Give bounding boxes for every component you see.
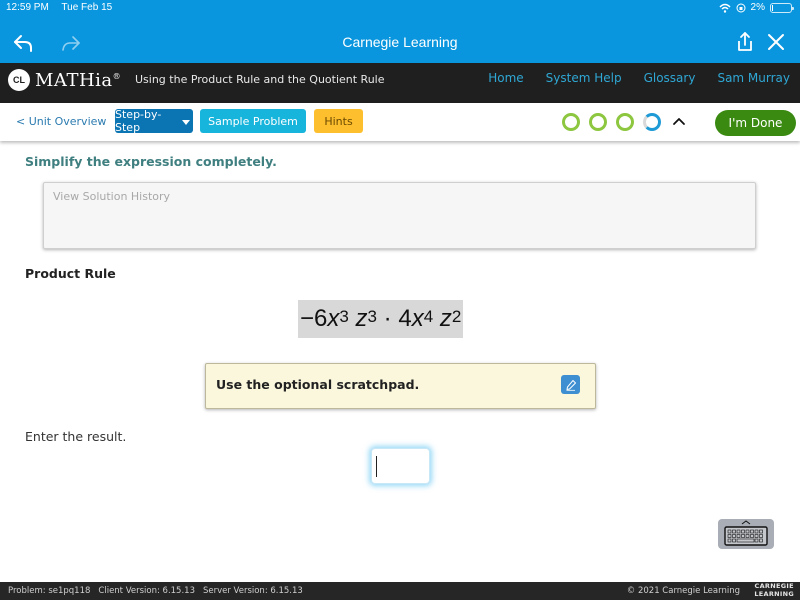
problem-id: Problem: se1pq118: [8, 586, 91, 596]
scratchpad-prompt: Use the optional scratchpad.: [205, 363, 596, 409]
close-icon[interactable]: [766, 32, 786, 52]
status-time: 12:59 PM: [6, 2, 49, 13]
skill-complete-icon: [562, 113, 580, 131]
variable-z: z: [439, 305, 452, 332]
section-heading: Product Rule: [25, 266, 116, 281]
multiply-dot: ·: [383, 305, 392, 332]
answer-input[interactable]: [371, 448, 430, 484]
step-by-step-dropdown[interactable]: Step-by-Step: [115, 108, 193, 134]
coefficient-2: 4: [398, 305, 412, 332]
mathia-logo: CL MATHia®: [8, 69, 121, 91]
nav-user-menu[interactable]: Sam Murray: [717, 71, 790, 85]
coefficient-1: −6: [300, 305, 328, 332]
brand-line-2: LEARNING: [754, 589, 794, 598]
variable-z: z: [355, 305, 368, 332]
chevron-up-icon[interactable]: [672, 114, 686, 128]
pencil-icon: [566, 379, 576, 391]
hints-button[interactable]: Hints: [314, 109, 363, 133]
skill-in-progress-icon: [643, 113, 661, 131]
logo-wordmark: MATHia: [35, 69, 113, 91]
top-nav: Home System Help Glossary Sam Murray: [488, 71, 790, 85]
skill-complete-icon: [616, 113, 634, 131]
variable-x: x: [327, 305, 340, 332]
caret-down-icon: [182, 120, 190, 125]
math-expression: −6 x 3 z3 · 4x4 z2: [298, 300, 464, 338]
status-date: Tue Feb 15: [61, 2, 113, 13]
footer: Problem: se1pq118 Client Version: 6.15.1…: [0, 582, 800, 600]
orientation-lock-icon: [736, 3, 746, 12]
lesson-title: Using the Product Rule and the Quotient …: [135, 73, 385, 86]
unit-overview-link[interactable]: < Unit Overview: [16, 115, 106, 128]
scratchpad-text: Use the optional scratchpad.: [216, 377, 420, 392]
server-version: Server Version: 6.15.13: [202, 586, 303, 596]
skill-progress: [562, 113, 661, 131]
solution-history-box[interactable]: View Solution History: [43, 182, 756, 249]
nav-system-help[interactable]: System Help: [546, 71, 622, 85]
carnegie-learning-logo: CARNEGIE LEARNING: [754, 582, 794, 598]
exponent: 3: [339, 306, 349, 326]
app-title: Carnegie Learning: [342, 34, 458, 50]
battery-percent: 2%: [750, 2, 765, 13]
wifi-icon: [719, 3, 731, 13]
instruction-text: Simplify the expression completely.: [25, 154, 277, 169]
status-bar-right: 2%: [719, 2, 794, 13]
solution-history-placeholder: View Solution History: [53, 190, 171, 203]
scratchpad-button[interactable]: [561, 375, 580, 394]
exponent: 2: [451, 306, 462, 326]
logo-text: MATHia®: [35, 70, 121, 91]
exponent: 3: [367, 306, 377, 326]
answer-prompt: Enter the result.: [25, 429, 127, 444]
mathia-header: CL MATHia® Using the Product Rule and th…: [0, 63, 800, 103]
exponent: 4: [423, 306, 434, 326]
step-by-step-label: Step-by-Step: [115, 108, 162, 134]
client-version: Client Version: 6.15.13: [98, 586, 195, 596]
im-done-button[interactable]: I'm Done: [715, 110, 796, 136]
battery-icon: [770, 2, 794, 13]
app-title-bar: 12:59 PM Tue Feb 15 2% Carnegie Learning: [0, 0, 800, 63]
share-icon[interactable]: [734, 31, 756, 53]
sample-problem-button[interactable]: Sample Problem: [200, 109, 306, 133]
toolbar: < Unit Overview Step-by-Step Sample Prob…: [0, 103, 800, 141]
cl-logo-icon: CL: [8, 69, 30, 91]
footer-info: Problem: se1pq118 Client Version: 6.15.1…: [8, 586, 303, 596]
status-bar-left: 12:59 PM Tue Feb 15: [6, 2, 122, 13]
text-cursor: [376, 456, 377, 477]
skill-complete-icon: [589, 113, 607, 131]
keyboard-toggle-button[interactable]: [718, 519, 774, 549]
registered-mark: ®: [112, 71, 122, 81]
nav-glossary[interactable]: Glossary: [644, 71, 696, 85]
nav-home[interactable]: Home: [488, 71, 523, 85]
copyright: © 2021 Carnegie Learning: [626, 586, 740, 596]
variable-x: x: [411, 305, 424, 332]
keyboard-icon: [724, 520, 768, 546]
